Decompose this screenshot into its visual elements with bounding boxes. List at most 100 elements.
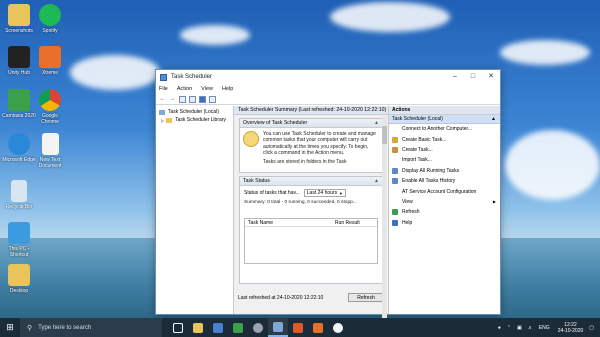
notifications-icon[interactable]: ▢ <box>589 325 594 331</box>
language-indicator[interactable]: ENG <box>539 325 550 331</box>
refresh-button[interactable]: Refresh <box>348 293 384 302</box>
summary-header: Task Scheduler Summary (Last refreshed: … <box>234 106 388 115</box>
action-item[interactable]: Create Task... <box>389 145 500 155</box>
task-view-icon[interactable] <box>168 318 188 337</box>
maximize-button[interactable]: □ <box>464 70 482 84</box>
taskbar-search-box[interactable]: ⚲ Type here to search <box>20 318 162 337</box>
microphone-icon[interactable]: ● <box>498 325 501 331</box>
forward-arrow-icon[interactable]: → <box>169 96 176 103</box>
actions-pane: Actions Task Scheduler (Local) ▲ Connect… <box>389 106 500 314</box>
explorer-taskbar-icon[interactable] <box>188 318 208 337</box>
menu-file[interactable]: File <box>159 86 168 92</box>
xtreme-taskbar-icon[interactable] <box>308 318 328 337</box>
xtreme-icon <box>39 46 61 68</box>
action-item-label: Refresh <box>402 209 420 216</box>
camtasia-icon <box>8 89 30 111</box>
network-icon[interactable]: ▣ <box>517 325 522 331</box>
action-item[interactable]: Import Task... <box>389 155 500 165</box>
minimize-button[interactable]: – <box>446 70 464 84</box>
windows-start-icon[interactable]: ⊞ <box>0 318 20 337</box>
task-status-header[interactable]: Task Status ▲ <box>240 177 382 186</box>
summary-footer: Last refreshed at 24-10-2020 12:22:10 Re… <box>238 293 384 302</box>
show-hide-action-pane-icon[interactable] <box>209 95 216 103</box>
cloud <box>330 2 450 32</box>
column-run-result[interactable]: Run Result <box>335 219 360 226</box>
back-arrow-icon[interactable]: ← <box>159 96 166 103</box>
action-item-label: Display All Running Tasks <box>402 167 460 174</box>
desktop-icon-desktop-folder[interactable]: Desktop <box>2 264 36 294</box>
navigation-tree: Task Scheduler (Local) ▷ Task Scheduler … <box>156 106 234 314</box>
chevron-down-icon: ▼ <box>338 191 343 196</box>
action-item[interactable]: Display All Running Tasks <box>389 166 500 176</box>
expand-arrow-icon[interactable]: ▷ <box>161 118 164 123</box>
recorder-taskbar-icon[interactable] <box>288 318 308 337</box>
help-icon <box>392 219 398 226</box>
overview-header[interactable]: Overview of Task Scheduler ▲ <box>240 119 382 128</box>
desktop-icon-camtasia[interactable]: Camtasia 2020 <box>2 89 36 119</box>
cloud <box>180 25 250 45</box>
taskbar-clock[interactable]: 12:22 24-10-2020 <box>558 322 584 334</box>
status-summary: Summary: 0 total - 0 running, 0 succeede… <box>244 200 357 205</box>
folder-icon <box>8 264 30 286</box>
tree-item-task-scheduler-local[interactable]: Task Scheduler (Local) <box>159 108 230 116</box>
menu-action[interactable]: Action <box>177 86 192 92</box>
desktop-icon-new-text-document[interactable]: New Text Document <box>33 133 67 169</box>
cloud <box>70 55 160 90</box>
action-item[interactable]: AT Service Account Configuration <box>389 186 500 196</box>
action-item[interactable]: Help <box>389 218 500 228</box>
column-task-name[interactable]: Task Name <box>245 219 335 226</box>
action-item-label: Help <box>402 219 413 226</box>
history-icon <box>392 178 398 185</box>
action-item[interactable]: Connect to Another Computer... <box>389 124 500 134</box>
collapse-arrow-icon[interactable]: ▲ <box>491 115 496 124</box>
summary-pane: Task Scheduler Summary (Last refreshed: … <box>234 106 389 321</box>
help-toolbar-icon[interactable] <box>199 95 206 103</box>
desktop-icon-this-pc[interactable]: This PC - Shortcut <box>2 222 36 258</box>
collapse-arrow-icon[interactable]: ▲ <box>374 119 379 128</box>
clock-icon <box>243 131 259 147</box>
actions-selected-item[interactable]: Task Scheduler (Local) ▲ <box>389 115 500 124</box>
action-item-label: View <box>402 198 413 205</box>
system-tray: ● ⌃ ▣ ♬ ENG 12:22 24-10-2020 ▢ <box>492 322 600 334</box>
desktop-icon-screenshots[interactable]: Screenshots <box>2 4 36 34</box>
desktop-icon-xtreme[interactable]: Xtreme <box>33 46 67 76</box>
task-scheduler-taskbar-icon[interactable] <box>268 318 288 337</box>
camtasia-taskbar-icon[interactable] <box>228 318 248 337</box>
chrome-taskbar-icon[interactable] <box>328 318 348 337</box>
overview-section: Overview of Task Scheduler ▲ You can use… <box>239 118 383 173</box>
settings-taskbar-icon[interactable] <box>248 318 268 337</box>
recycle-bin-icon <box>11 180 27 202</box>
action-list: Connect to Another Computer... Create Bas… <box>389 124 500 228</box>
properties-icon[interactable] <box>189 95 196 103</box>
collapse-arrow-icon[interactable]: ▲ <box>374 177 379 186</box>
desktop-icon-edge[interactable]: Microsoft Edge <box>2 133 36 163</box>
action-item-label: Create Basic Task... <box>402 136 447 143</box>
action-item[interactable]: Refresh <box>389 207 500 217</box>
action-item[interactable]: Create Basic Task... <box>389 134 500 144</box>
menu-view[interactable]: View <box>201 86 213 92</box>
running-tasks-icon <box>392 167 398 174</box>
task-status-table: Task Name Run Result <box>244 218 378 264</box>
actions-header: Actions <box>389 106 500 115</box>
action-item[interactable]: Enable All Tasks History <box>389 176 500 186</box>
desktop-icon-chrome[interactable]: Google Chrome <box>33 89 67 125</box>
scrollbar-thumb[interactable] <box>382 126 387 144</box>
action-item[interactable]: View ▶ <box>389 197 500 207</box>
action-item-label: AT Service Account Configuration <box>402 188 477 195</box>
task-scheduler-icon <box>159 109 165 115</box>
volume-icon[interactable]: ♬ <box>528 325 533 331</box>
close-button[interactable]: ✕ <box>482 70 500 84</box>
show-hide-tree-icon[interactable] <box>179 95 186 103</box>
period-dropdown[interactable]: Last 24 hours ▼ <box>303 189 346 197</box>
vertical-scrollbar[interactable] <box>382 116 387 321</box>
desktop-icon-recycle-bin[interactable]: Recycle Bin <box>2 180 36 210</box>
show-hidden-icons-icon[interactable]: ⌃ <box>507 325 511 331</box>
photos-taskbar-icon[interactable] <box>208 318 228 337</box>
menu-help[interactable]: Help <box>222 86 233 92</box>
window-titlebar[interactable]: Task Scheduler – □ ✕ <box>156 70 500 84</box>
desktop-icon-spotify[interactable]: Spotify <box>33 4 67 34</box>
desktop-icon-unity-hub[interactable]: Unity Hub <box>2 46 36 76</box>
tree-item-task-scheduler-library[interactable]: ▷ Task Scheduler Library <box>159 116 230 124</box>
task-scheduler-icon <box>160 73 167 81</box>
action-item-label: Import Task... <box>402 157 432 164</box>
